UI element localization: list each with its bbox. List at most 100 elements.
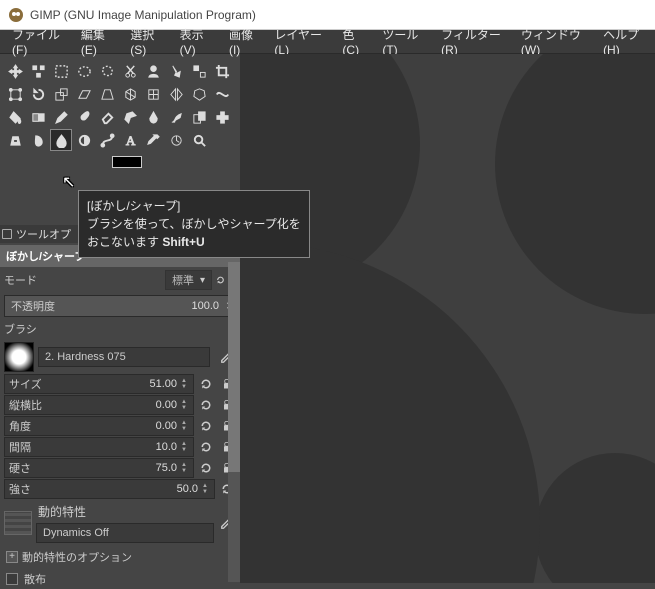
- size-value: 51.00: [149, 378, 177, 390]
- mode-label: モード: [4, 272, 37, 288]
- spacing-value: 10.0: [156, 441, 177, 453]
- force-stepper[interactable]: ▲▼: [200, 483, 210, 495]
- tool-dodge-burn[interactable]: [73, 129, 95, 151]
- hardness-value: 75.0: [156, 462, 177, 474]
- tool-unified-transform[interactable]: [4, 83, 26, 105]
- size-reset-button[interactable]: [197, 375, 215, 393]
- brush-section-label: ブラシ: [4, 321, 37, 337]
- aspect-stepper[interactable]: ▲▼: [179, 399, 189, 411]
- tool-blur-sharpen[interactable]: [50, 129, 72, 151]
- tool-cage[interactable]: [188, 83, 210, 105]
- aspect-reset-button[interactable]: [197, 396, 215, 414]
- menu-select[interactable]: 選択(S): [122, 23, 171, 60]
- tool-flip[interactable]: [165, 83, 187, 105]
- tool-eraser[interactable]: [96, 106, 118, 128]
- tool-perspective[interactable]: [96, 83, 118, 105]
- menu-edit[interactable]: 編集(E): [73, 23, 122, 60]
- angle-value: 0.00: [156, 420, 177, 432]
- tool-ink[interactable]: [142, 106, 164, 128]
- tool-bucket-fill[interactable]: [4, 106, 26, 128]
- tool-airbrush[interactable]: [119, 106, 141, 128]
- brush-name: 2. Hardness 075: [45, 351, 126, 363]
- tool-mypaint-brush[interactable]: [165, 106, 187, 128]
- hardness-field[interactable]: 硬さ 75.0 ▲▼: [4, 458, 194, 478]
- size-stepper[interactable]: ▲▼: [179, 378, 189, 390]
- tool-paths[interactable]: [96, 129, 118, 151]
- force-label: 強さ: [9, 481, 31, 497]
- mode-select[interactable]: 標準 ▾: [165, 270, 212, 290]
- tool-by-color-select[interactable]: [188, 60, 210, 82]
- dynamics-options-expander[interactable]: + 動的特性のオプション: [0, 545, 240, 569]
- angle-stepper[interactable]: ▲▼: [179, 420, 189, 432]
- tool-scissors[interactable]: [119, 60, 141, 82]
- options-scrollbar[interactable]: [228, 262, 240, 582]
- menubar: ファイル(F) 編集(E) 選択(S) 表示(V) 画像(I) レイヤー(L) …: [0, 30, 655, 54]
- brush-name-field[interactable]: 2. Hardness 075: [38, 347, 210, 367]
- aspect-field[interactable]: 縦横比 0.00 ▲▼: [4, 395, 194, 415]
- tool-shear[interactable]: [73, 83, 95, 105]
- spacing-field[interactable]: 間隔 10.0 ▲▼: [4, 437, 194, 457]
- tool-smudge[interactable]: [27, 129, 49, 151]
- svg-text:A: A: [125, 133, 135, 148]
- dynamics-thumb-button[interactable]: [4, 511, 32, 535]
- tool-text[interactable]: A: [119, 129, 141, 151]
- opacity-slider[interactable]: 不透明度 100.0 ▲▼: [4, 295, 236, 317]
- tool-zoom[interactable]: [188, 129, 210, 151]
- tool-clone[interactable]: [188, 106, 210, 128]
- toolbox: A: [0, 54, 250, 174]
- tool-crop[interactable]: [211, 60, 233, 82]
- scatter-checkbox[interactable]: [6, 573, 18, 585]
- foreground-color-swatch[interactable]: [112, 156, 142, 168]
- menu-view[interactable]: 表示(V): [172, 23, 221, 60]
- tool-rotate[interactable]: [27, 83, 49, 105]
- aspect-label: 縦横比: [9, 397, 42, 413]
- force-field[interactable]: 強さ 50.0 ▲▼: [4, 479, 215, 499]
- tool-fuzzy-select[interactable]: [165, 60, 187, 82]
- chevron-down-icon: ▾: [200, 275, 205, 286]
- mouse-cursor-icon: ↖: [62, 172, 75, 192]
- tool-3d-transform[interactable]: [119, 83, 141, 105]
- dock-tab-label: ツールオプ: [16, 226, 71, 242]
- canvas-area[interactable]: [240, 54, 655, 583]
- tool-handle-transform[interactable]: [142, 83, 164, 105]
- tool-move[interactable]: [4, 60, 26, 82]
- brush-thumb-button[interactable]: [4, 342, 34, 372]
- tool-scale[interactable]: [50, 83, 72, 105]
- tooltip-title: [ぼかし/シャープ]: [87, 197, 301, 215]
- spacing-reset-button[interactable]: [197, 438, 215, 456]
- dynamics-name-field[interactable]: Dynamics Off: [36, 523, 214, 543]
- tool-pencil[interactable]: [50, 106, 72, 128]
- angle-reset-button[interactable]: [197, 417, 215, 435]
- dock-tab-tool-options[interactable]: ツールオプ: [0, 225, 78, 243]
- tool-paintbrush[interactable]: [73, 106, 95, 128]
- tool-gradient[interactable]: [27, 106, 49, 128]
- tool-ellipse-select[interactable]: [73, 60, 95, 82]
- hardness-label: 硬さ: [9, 460, 31, 476]
- tool-align[interactable]: [27, 60, 49, 82]
- tool-free-select[interactable]: [96, 60, 118, 82]
- scatter-checkbox-row[interactable]: 散布: [0, 569, 240, 589]
- spacing-label: 間隔: [9, 439, 31, 455]
- tool-heal[interactable]: [211, 106, 233, 128]
- hardness-reset-button[interactable]: [197, 459, 215, 477]
- scrollbar-thumb[interactable]: [228, 262, 240, 472]
- hardness-stepper[interactable]: ▲▼: [179, 462, 189, 474]
- menu-file[interactable]: ファイル(F): [4, 23, 73, 60]
- scatter-label: 散布: [24, 571, 46, 587]
- tool-color-picker[interactable]: [142, 129, 164, 151]
- size-label: サイズ: [9, 376, 42, 392]
- tool-perspective-clone[interactable]: [4, 129, 26, 151]
- force-value: 50.0: [177, 483, 198, 495]
- tool-warp[interactable]: [211, 83, 233, 105]
- angle-field[interactable]: 角度 0.00 ▲▼: [4, 416, 194, 436]
- spacing-stepper[interactable]: ▲▼: [179, 441, 189, 453]
- color-swatches[interactable]: [4, 152, 246, 168]
- tool-foreground-select[interactable]: [142, 60, 164, 82]
- tool-tooltip: [ぼかし/シャープ] ブラシを使って、ぼかしやシャープ化をおこないます Shif…: [78, 190, 310, 258]
- dynamics-options-label: 動的特性のオプション: [22, 549, 132, 565]
- tooltip-shortcut: Shift+U: [162, 235, 204, 249]
- size-field[interactable]: サイズ 51.00 ▲▼: [4, 374, 194, 394]
- tool-measure[interactable]: [165, 129, 187, 151]
- opacity-value: 100.0: [191, 300, 223, 312]
- tool-rect-select[interactable]: [50, 60, 72, 82]
